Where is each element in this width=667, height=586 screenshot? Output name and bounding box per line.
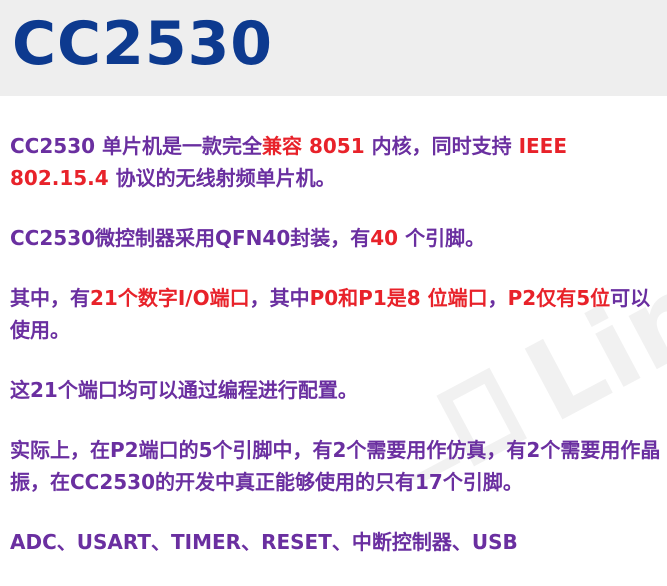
content-body: CC2530 单片机是一款完全兼容 8051 内核，同时支持 IEEE 802.… xyxy=(10,130,662,586)
paragraph-peripherals: ADC、USART、TIMER、RESET、中断控制器、USB xyxy=(10,526,662,558)
page-title: CC2530 xyxy=(12,9,274,79)
text-segment: ，其中 xyxy=(249,286,310,310)
paragraph-io-ports: 其中，有21个数字I/O端口，其中P0和P1是8 位端口，P2仅有5位可以使用。 xyxy=(10,282,662,346)
highlight-p0-p1: P0和P1是8 位端口 xyxy=(309,286,488,310)
paragraph-intro: CC2530 单片机是一款完全兼容 8051 内核，同时支持 IEEE 802.… xyxy=(10,130,662,194)
highlight-p2: P2仅有5位 xyxy=(507,286,611,310)
text-segment: ADC、USART、TIMER、RESET、中断控制器、USB xyxy=(10,530,518,554)
header-bar: CC2530 xyxy=(0,0,667,96)
highlight-digital-io: 21个数字I/O端口 xyxy=(90,286,250,310)
text-segment: CC2530 单片机是一款完全 xyxy=(10,134,262,158)
highlight-pin-count: 40 xyxy=(370,226,399,250)
text-segment: CC2530微控制器采用QFN40封装，有 xyxy=(10,226,371,250)
text-segment: 其中，有 xyxy=(10,286,90,310)
text-segment: 内核，同时支持 xyxy=(364,134,519,158)
paragraph-configurable: 这21个端口均可以通过编程进行配置。 xyxy=(10,374,662,406)
text-segment: 实际上，在P2端口的5个引脚中，有2个需要用作仿真，有2个需要用作晶振，在CC2… xyxy=(10,438,661,494)
text-segment: 这21个端口均可以通过编程进行配置。 xyxy=(10,378,358,402)
text-segment: 个引脚。 xyxy=(398,226,486,250)
highlight-compatible-8051: 兼容 8051 xyxy=(261,134,365,158)
text-segment: ， xyxy=(487,286,508,310)
paragraph-package: CC2530微控制器采用QFN40封装，有40 个引脚。 xyxy=(10,222,662,254)
text-segment: 协议的无线射频单片机。 xyxy=(108,166,336,190)
paragraph-usable-pins: 实际上，在P2端口的5个引脚中，有2个需要用作仿真，有2个需要用作晶振，在CC2… xyxy=(10,434,662,498)
